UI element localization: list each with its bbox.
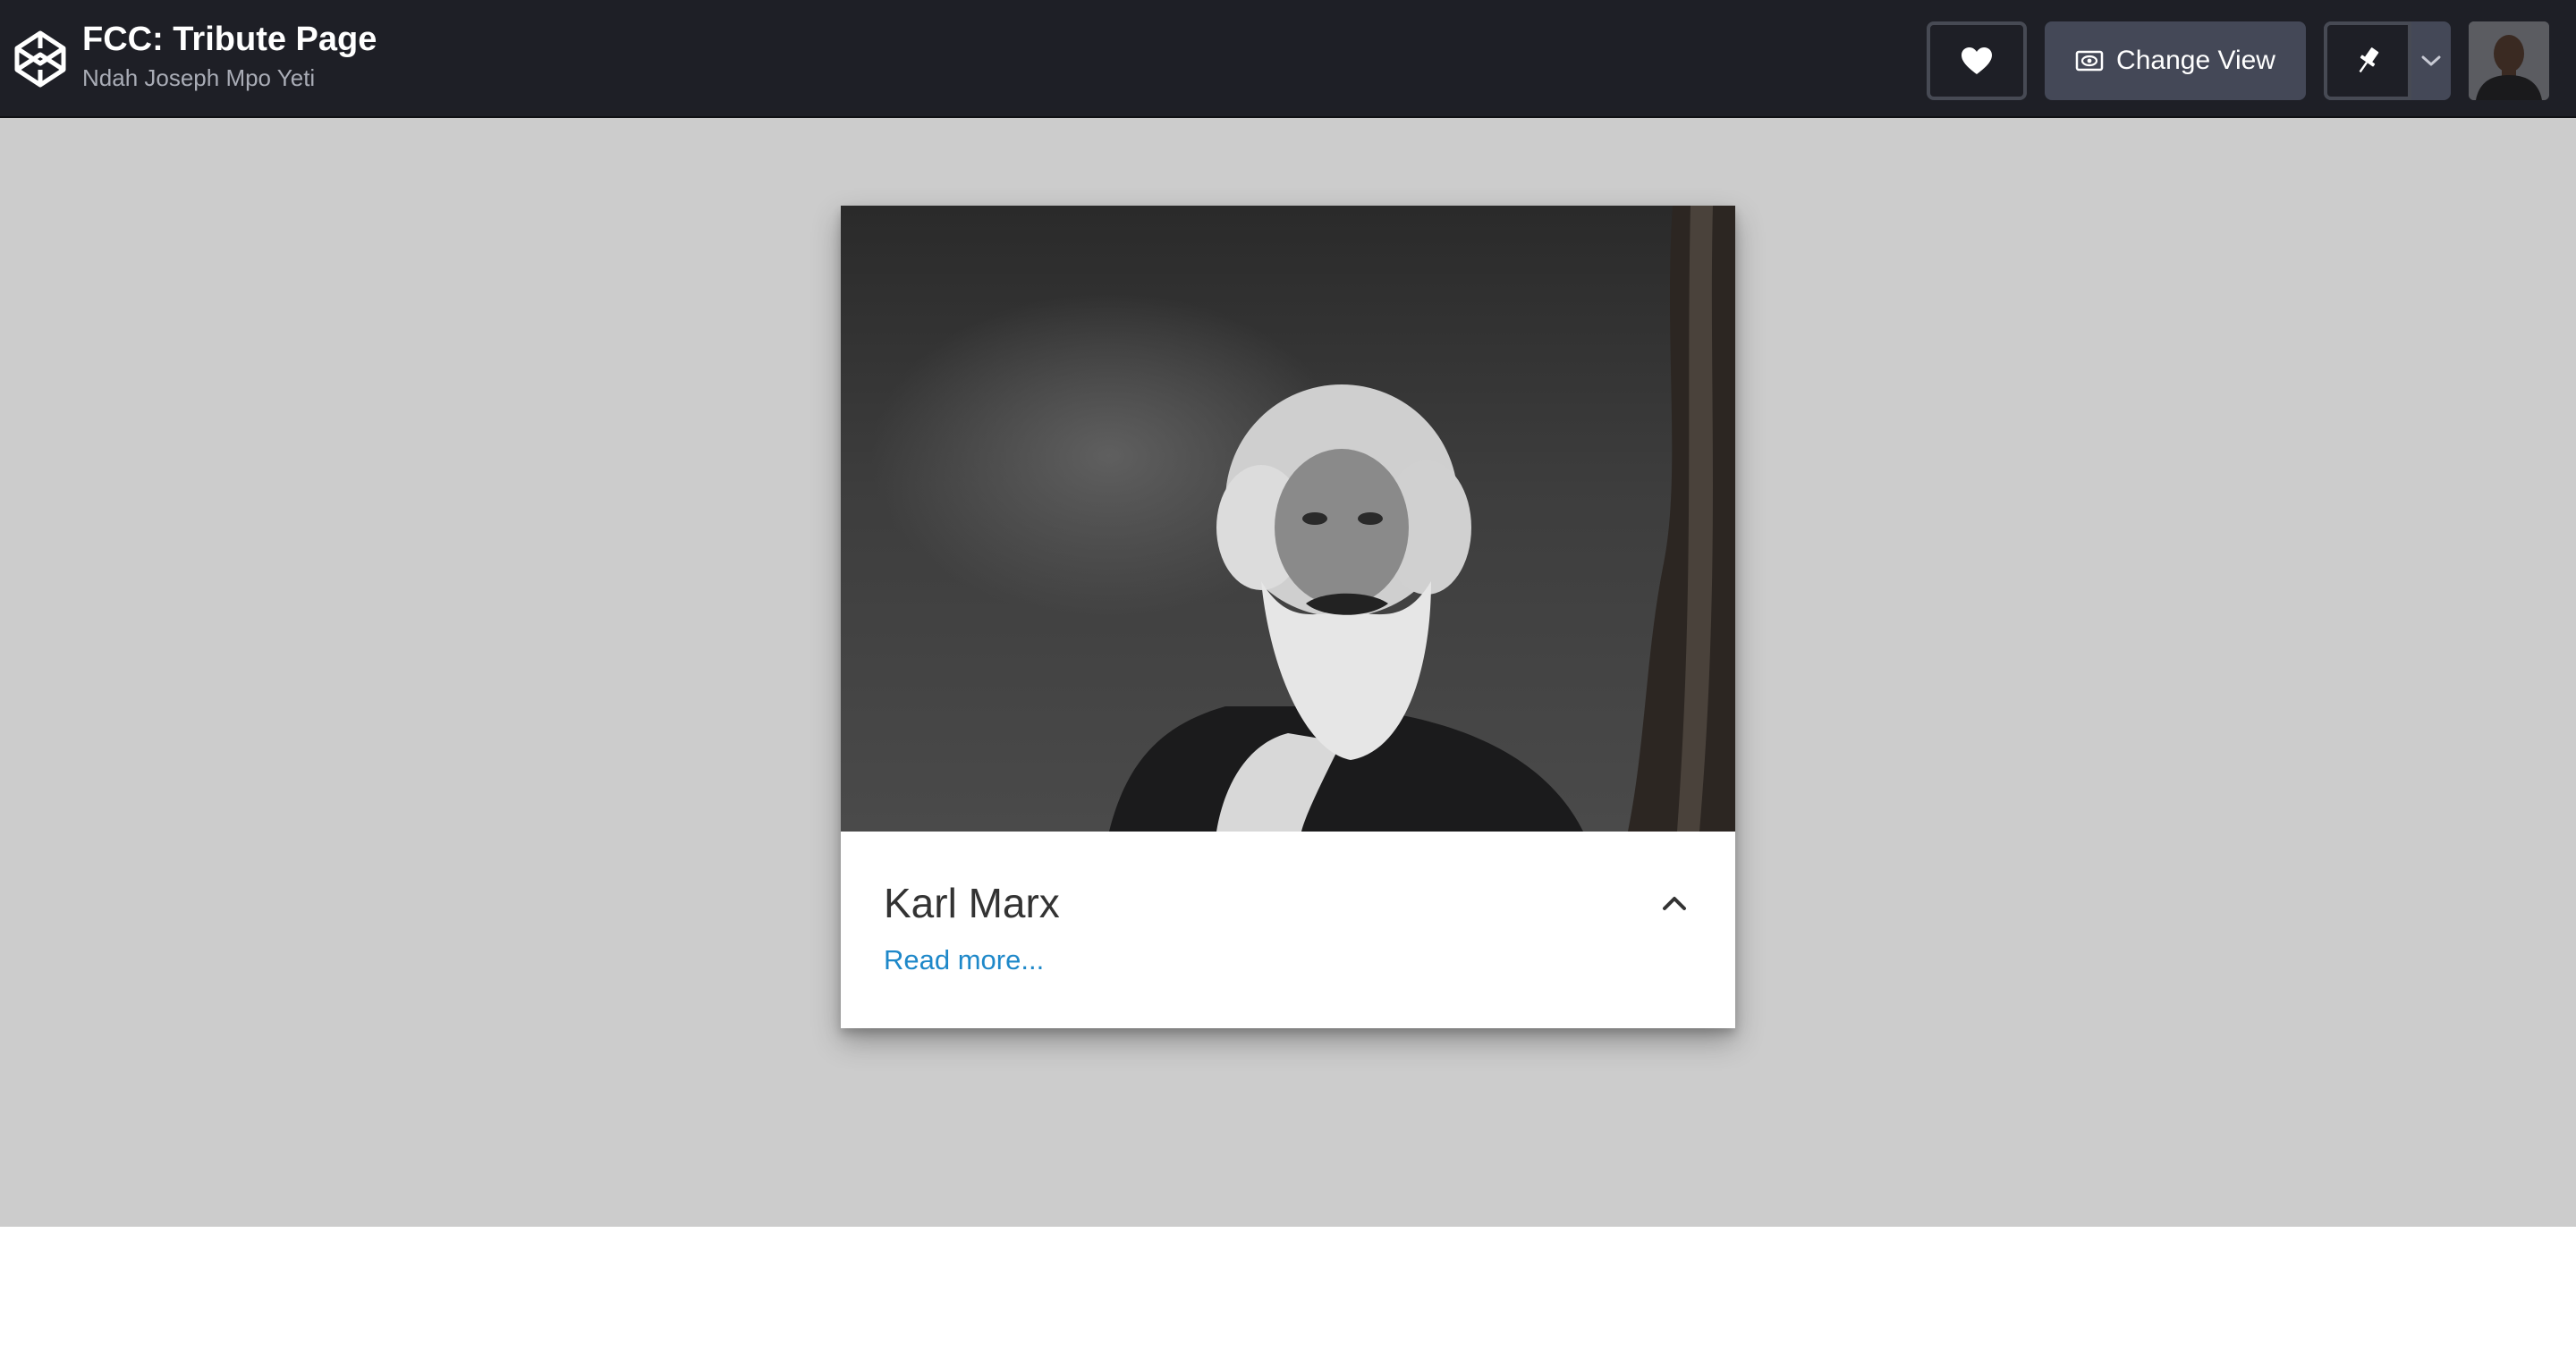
eye-icon — [2075, 50, 2104, 72]
read-more-link[interactable]: Read more... — [884, 942, 1044, 978]
heart-icon — [1962, 47, 1992, 74]
pin-menu-button[interactable] — [2411, 21, 2451, 100]
pen-title[interactable]: FCC: Tribute Page — [82, 18, 377, 61]
preview-area: Karl Marx Read more... — [0, 118, 2576, 1227]
heart-button[interactable] — [1927, 21, 2027, 100]
pin-button-group — [2324, 21, 2451, 100]
portrait-image — [1109, 206, 1735, 832]
change-view-button[interactable]: Change View — [2045, 21, 2306, 100]
codepen-logo-icon[interactable] — [13, 28, 68, 90]
editor-header: FCC: Tribute Page Ndah Joseph Mpo Yeti C… — [0, 0, 2576, 118]
card-image — [841, 206, 1735, 832]
pin-button[interactable] — [2324, 21, 2411, 100]
tribute-card: Karl Marx Read more... — [841, 206, 1735, 1028]
card-body: Karl Marx Read more... — [841, 832, 1735, 1028]
pin-icon — [2359, 47, 2379, 73]
card-collapse-button[interactable] — [1653, 882, 1696, 925]
change-view-label: Change View — [2116, 46, 2275, 75]
chevron-down-icon — [2421, 55, 2441, 66]
console-area — [0, 1227, 2576, 1368]
card-title: Karl Marx — [884, 880, 1060, 926]
avatar-image — [2469, 21, 2549, 100]
pen-author[interactable]: Ndah Joseph Mpo Yeti — [82, 63, 377, 93]
user-avatar[interactable] — [2469, 21, 2549, 100]
chevron-up-icon — [1663, 897, 1686, 910]
pen-title-block: FCC: Tribute Page Ndah Joseph Mpo Yeti — [82, 18, 377, 93]
